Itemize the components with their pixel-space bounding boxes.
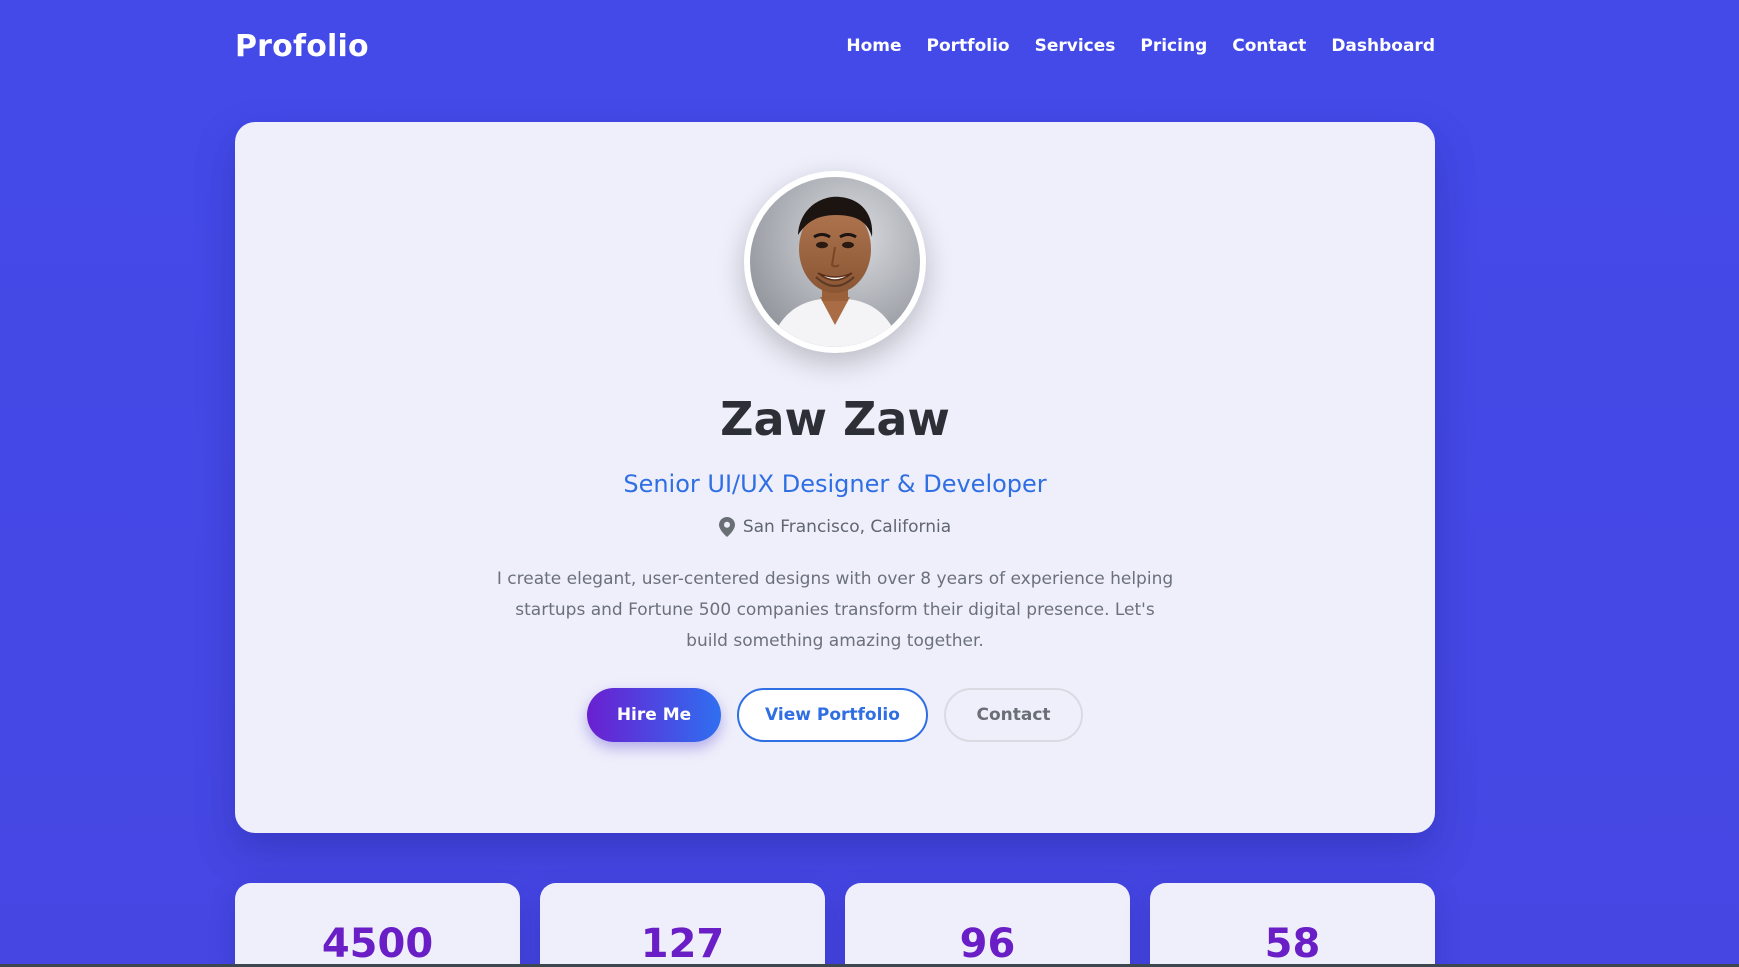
profile-hero-card: Zaw Zaw Senior UI/UX Designer & Develope… xyxy=(235,122,1435,833)
nav-dashboard-link[interactable]: Dashboard xyxy=(1331,36,1435,56)
nav-services-link[interactable]: Services xyxy=(1035,36,1116,56)
stat-value: 96 xyxy=(959,921,1016,967)
avatar-frame xyxy=(744,171,926,353)
view-portfolio-button[interactable]: View Portfolio xyxy=(737,688,928,742)
stat-value: 127 xyxy=(640,921,725,967)
top-navigation: Profolio Home Portfolio Services Pricing… xyxy=(235,24,1435,68)
hire-me-button[interactable]: Hire Me xyxy=(587,688,721,742)
brand-logo[interactable]: Profolio xyxy=(235,29,369,64)
stat-card: 4500 xyxy=(235,883,520,967)
cta-buttons: Hire Me View Portfolio Contact xyxy=(235,688,1435,742)
contact-button[interactable]: Contact xyxy=(944,688,1083,742)
stat-card: 127 xyxy=(540,883,825,967)
avatar xyxy=(750,177,920,347)
nav-home-link[interactable]: Home xyxy=(846,36,901,56)
location-text: San Francisco, California xyxy=(742,517,952,537)
profile-bio: I create elegant, user-centered designs … xyxy=(496,569,1174,651)
stat-card: 58 xyxy=(1150,883,1435,967)
map-pin-icon xyxy=(718,517,735,537)
nav-portfolio-link[interactable]: Portfolio xyxy=(927,36,1010,56)
nav-links: Home Portfolio Services Pricing Contact … xyxy=(846,36,1435,56)
page: Profolio Home Portfolio Services Pricing… xyxy=(0,0,1739,967)
stat-value: 4500 xyxy=(321,921,434,967)
profile-job-title: Senior UI/UX Designer & Developer xyxy=(623,470,1047,498)
profile-location: San Francisco, California xyxy=(235,517,1435,537)
profile-photo xyxy=(750,177,920,347)
nav-pricing-link[interactable]: Pricing xyxy=(1140,36,1207,56)
nav-contact-link[interactable]: Contact xyxy=(1232,36,1306,56)
stat-card: 96 xyxy=(845,883,1130,967)
profile-name: Zaw Zaw xyxy=(720,392,950,446)
stat-value: 58 xyxy=(1264,921,1321,967)
